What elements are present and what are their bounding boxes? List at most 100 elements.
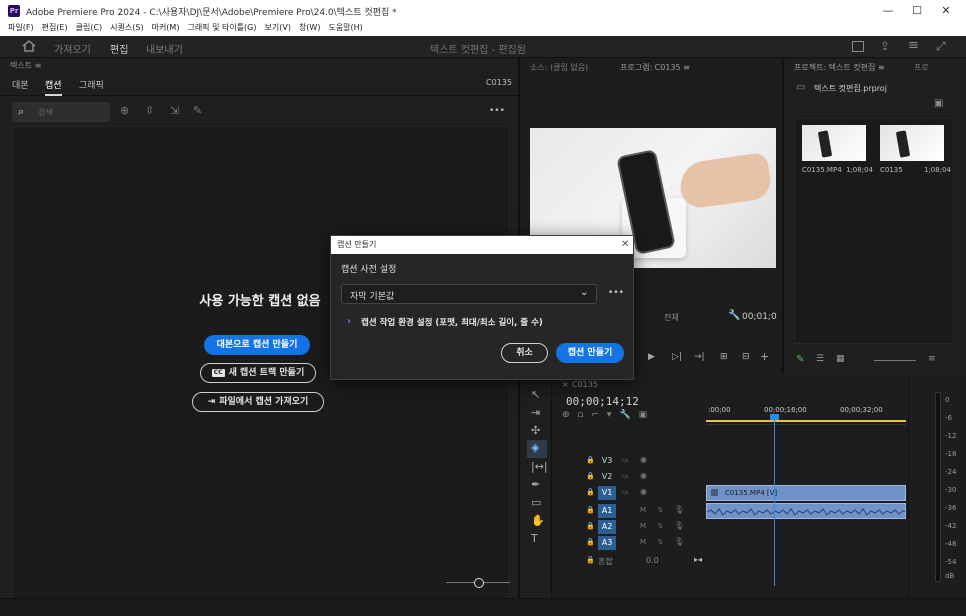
workspace-export[interactable]: 내보내기 xyxy=(146,41,183,56)
mute-icon[interactable]: M xyxy=(640,538,646,546)
lock-icon[interactable]: 🔒 xyxy=(586,472,595,480)
menu-view[interactable]: 보기(V) xyxy=(265,22,291,34)
mute-icon[interactable]: M xyxy=(640,506,646,514)
lock-icon[interactable]: 🔒 xyxy=(586,488,595,496)
play-button[interactable]: ▶ xyxy=(648,352,655,362)
extract-icon[interactable]: ⊟ xyxy=(742,352,750,362)
lock-icon[interactable]: 🔒 xyxy=(586,538,595,546)
edit-pencil-icon[interactable]: ✎ xyxy=(193,104,202,117)
tab-graphics[interactable]: 그래픽 xyxy=(79,78,104,91)
mic-icon[interactable]: 🎙 xyxy=(674,537,684,546)
sort-icon[interactable]: ≡ xyxy=(928,354,936,364)
thumbnail-size-slider[interactable] xyxy=(874,360,916,361)
eye-icon[interactable]: ◉ xyxy=(640,487,647,496)
tab-captions[interactable]: 캡션 xyxy=(45,78,62,96)
merge-caption-icon[interactable]: ⇳ xyxy=(145,104,154,117)
add-caption-icon[interactable]: ⊕ xyxy=(120,104,129,117)
menu-sequence[interactable]: 시퀀스(S) xyxy=(110,22,143,34)
maximize-button[interactable]: ☐ xyxy=(909,3,925,19)
work-area-bar[interactable] xyxy=(706,420,906,422)
ripple-edit-tool-icon[interactable]: ✣ xyxy=(531,424,540,437)
timeline-tool-icons[interactable]: ⊕⩍⌐▾🔧▣ xyxy=(562,410,655,420)
menu-window[interactable]: 창(W) xyxy=(299,22,321,34)
menu-marker[interactable]: 마커(M) xyxy=(152,22,180,34)
import-captions-button[interactable]: ⇥ 파일에서 캡션 가져오기 xyxy=(192,392,324,412)
preset-more-icon[interactable]: ••• xyxy=(608,288,624,298)
track-label-a1[interactable]: A1 xyxy=(598,504,616,518)
icon-view-icon[interactable]: ▦ xyxy=(836,354,845,364)
project-tab[interactable]: 프로젝트: 텍스트 컷편집 ≡ xyxy=(794,62,885,73)
close-button[interactable]: ✕ xyxy=(938,3,954,19)
sync-icon[interactable]: ▭ xyxy=(622,488,629,496)
step-forward-icon[interactable]: ▷| xyxy=(672,352,682,362)
home-icon[interactable] xyxy=(22,40,36,52)
menu-graphics[interactable]: 그래픽 및 타이틀(G) xyxy=(187,22,256,34)
create-captions-from-transcript-button[interactable]: 대본으로 캡션 만들기 xyxy=(204,335,310,355)
menu-lines-icon[interactable]: ≡ xyxy=(908,38,919,53)
add-button-icon[interactable]: + xyxy=(760,350,769,363)
caption-preferences-toggle[interactable]: 캡션 작업 환경 설정 (포맷, 최대/최소 길이, 줄 수) xyxy=(361,316,543,328)
fullscreen-icon[interactable]: ⤢ xyxy=(936,39,946,54)
sync-icon[interactable]: ▭ xyxy=(622,456,629,464)
search-input[interactable]: ⌕ 검색 xyxy=(12,102,110,122)
hand-tool-icon[interactable]: ✋ xyxy=(531,514,545,527)
rectangle-tool-icon[interactable]: ▭ xyxy=(531,496,541,509)
timeline-tab[interactable]: C0135 xyxy=(572,380,598,389)
lock-icon[interactable]: 🔒 xyxy=(586,456,595,464)
timeline-timecode[interactable]: 00;00;14;12 xyxy=(566,395,639,408)
audio-clip[interactable] xyxy=(706,503,906,519)
solo-icon[interactable]: S xyxy=(658,506,662,514)
minimize-button[interactable]: — xyxy=(880,3,896,19)
split-caption-icon[interactable]: ⇲ xyxy=(170,104,179,117)
track-label-v2[interactable]: V2 xyxy=(598,470,616,484)
source-tab[interactable]: 소스: (클립 없음) xyxy=(530,62,588,73)
dialog-close-icon[interactable]: ✕ xyxy=(621,239,629,250)
mix-value[interactable]: 0.0 xyxy=(646,556,659,565)
lock-icon[interactable]: 🔒 xyxy=(586,522,595,530)
type-tool-icon[interactable]: T xyxy=(531,532,538,545)
track-label-v3[interactable]: V3 xyxy=(598,454,616,468)
video-clip[interactable]: C0135.MP4 [V] xyxy=(706,485,906,501)
razor-tool-icon[interactable]: ◈ xyxy=(527,440,547,458)
playhead-handle[interactable] xyxy=(770,414,779,420)
eye-icon[interactable]: ◉ xyxy=(640,471,647,480)
pencil-write-icon[interactable]: ✎ xyxy=(796,354,804,365)
program-tab[interactable]: 프로그램: C0135 ≡ xyxy=(620,62,690,73)
share-icon[interactable]: ⇪ xyxy=(880,39,890,53)
fit-dropdown[interactable]: 전체 xyxy=(664,312,679,323)
project-tab-2[interactable]: 프로 xyxy=(914,62,929,73)
mic-icon[interactable]: 🎙 xyxy=(674,505,684,514)
menu-clip[interactable]: 클립(C) xyxy=(76,22,103,34)
track-label-a2[interactable]: A2 xyxy=(598,520,616,534)
workspace-import[interactable]: 가져오기 xyxy=(54,41,91,56)
menu-edit[interactable]: 편집(E) xyxy=(42,22,68,34)
create-captions-button[interactable]: 캡션 만들기 xyxy=(556,343,624,363)
playhead-line[interactable] xyxy=(774,416,775,586)
solo-icon[interactable]: S xyxy=(658,538,662,546)
pen-tool-icon[interactable]: ✒ xyxy=(531,478,540,491)
more-options-icon[interactable]: ••• xyxy=(489,106,505,116)
lock-icon[interactable]: 🔒 xyxy=(586,506,595,514)
mic-icon[interactable]: 🎙 xyxy=(674,521,684,530)
solo-icon[interactable]: S xyxy=(658,522,662,530)
menu-help[interactable]: 도움말(H) xyxy=(328,22,362,34)
new-caption-track-button[interactable]: CC 새 캡션 트랙 만들기 xyxy=(200,363,316,383)
close-sequence-icon[interactable]: × xyxy=(562,380,569,389)
tab-transcript[interactable]: 대본 xyxy=(12,78,29,91)
track-select-tool-icon[interactable]: ⇥ xyxy=(531,406,540,419)
zoom-slider-handle[interactable] xyxy=(474,578,484,588)
eye-icon[interactable]: ◉ xyxy=(640,455,647,464)
menu-file[interactable]: 파일(F) xyxy=(8,22,34,34)
lock-icon[interactable]: 🔒 xyxy=(586,556,595,564)
track-label-v1[interactable]: V1 xyxy=(598,486,616,500)
thumbnail-c0135-seq[interactable] xyxy=(880,125,944,161)
list-view-icon[interactable]: ☰ xyxy=(816,354,824,364)
new-bin-icon[interactable]: ▣ xyxy=(934,98,943,109)
text-panel-header[interactable]: 텍스트 ≡ xyxy=(0,58,518,74)
track-label-a3[interactable]: A3 xyxy=(598,536,616,550)
lift-icon[interactable]: ⊞ xyxy=(720,352,728,362)
chevron-right-icon[interactable]: › xyxy=(347,316,351,327)
sync-icon[interactable]: ▭ xyxy=(622,472,629,480)
go-to-out-icon[interactable]: →| xyxy=(694,352,705,362)
settings-wrench-icon[interactable]: 🔧 xyxy=(728,310,740,321)
